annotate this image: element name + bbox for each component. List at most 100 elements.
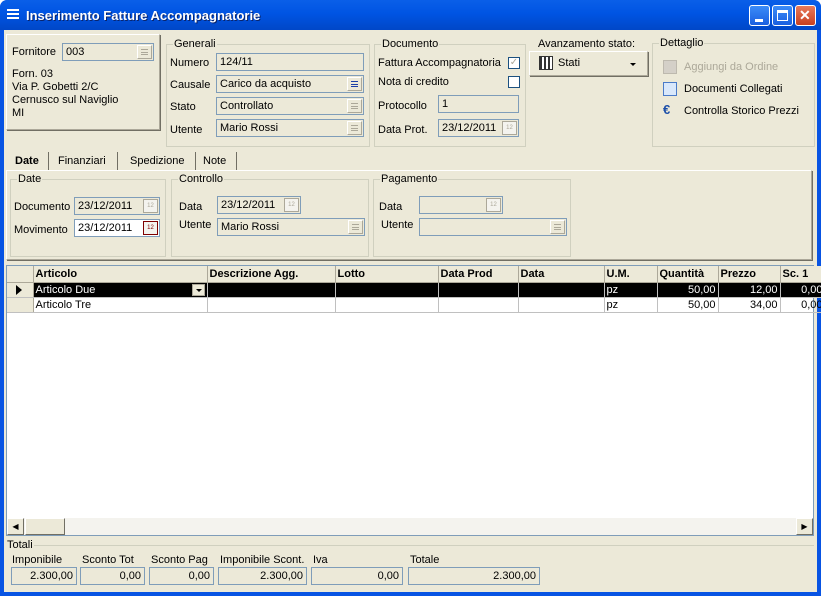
address-line: Forn. 03 (12, 68, 53, 80)
fornitore-field[interactable]: 003 (62, 43, 154, 61)
table-row[interactable]: Articolo Due pz 50,00 12,00 0,00 (7, 282, 821, 298)
avanzamento-label: Avanzamento stato: (538, 38, 636, 50)
lookup-icon[interactable] (137, 45, 152, 59)
dataprot-field[interactable]: 23/12/2011 12 (438, 119, 519, 137)
cell[interactable]: 0,00 (780, 282, 821, 298)
calendar-icon[interactable]: 12 (502, 121, 517, 135)
cell[interactable] (438, 282, 519, 298)
cell[interactable] (438, 297, 519, 313)
column-header[interactable]: U.M. (604, 266, 658, 283)
scontotot-label: Sconto Tot (82, 554, 134, 566)
pagamento-utente-label: Utente (381, 219, 414, 231)
cell[interactable] (335, 282, 439, 298)
column-header[interactable]: Sc. 1 (780, 266, 821, 283)
grid-header: Articolo Descrizione Agg. Lotto Data Pro… (7, 266, 821, 283)
nota-checkbox[interactable] (508, 76, 520, 88)
tab-separator (236, 152, 237, 170)
cell[interactable] (207, 297, 336, 313)
cell[interactable]: 12,00 (718, 282, 781, 298)
fattura-checkbox[interactable]: ✓ (508, 57, 520, 69)
controllo-data-field[interactable]: 23/12/2011 12 (217, 196, 301, 214)
maximize-button[interactable] (772, 5, 793, 26)
column-header[interactable]: Lotto (335, 266, 439, 283)
lookup-icon[interactable] (347, 77, 362, 91)
articoli-grid[interactable]: Articolo Descrizione Agg. Lotto Data Pro… (6, 265, 821, 536)
horizontal-scrollbar[interactable]: ◀ ▶ (7, 518, 813, 535)
cell[interactable] (335, 297, 439, 313)
controllo-data-value: 23/12/2011 (221, 199, 276, 211)
pagamento-utente-field[interactable] (419, 218, 567, 236)
cell[interactable]: 50,00 (657, 282, 719, 298)
scroll-right-icon[interactable]: ▶ (796, 518, 813, 535)
documento-date-label: Documento (14, 201, 71, 213)
documenti-collegati-item[interactable]: Documenti Collegati (684, 83, 782, 95)
documento-date-field[interactable]: 23/12/2011 12 (74, 197, 160, 215)
cell[interactable] (518, 282, 605, 298)
lookup-icon[interactable] (348, 220, 363, 234)
numero-field[interactable]: 124/11 (216, 53, 364, 71)
cell[interactable]: 34,00 (718, 297, 781, 313)
controllo-utente-field[interactable]: Mario Rossi (217, 218, 365, 236)
controllo-utente-value: Mario Rossi (221, 221, 280, 233)
table-row[interactable]: Articolo Tre pz 50,00 34,00 0,00 (7, 297, 821, 313)
causale-field[interactable]: Carico da acquisto (216, 75, 364, 93)
pagamento-data-field[interactable]: 12 (419, 196, 503, 214)
address-line: Via P. Gobetti 2/C (12, 81, 99, 93)
impscont-label: Imponibile Scont. (220, 554, 305, 566)
column-header[interactable]: Data Prod (438, 266, 519, 283)
tab-note[interactable]: Note (196, 152, 233, 171)
lookup-icon[interactable] (347, 121, 362, 135)
tab-spedizione[interactable]: Spedizione (123, 152, 191, 171)
chevron-down-icon[interactable] (191, 283, 205, 296)
protocollo-field[interactable]: 1 (438, 95, 519, 113)
movimento-label: Movimento (14, 224, 68, 236)
address-line: Cernusco sul Naviglio (12, 94, 119, 106)
tab-page-date: Date Documento 23/12/2011 12 Movimento 23… (6, 170, 812, 260)
column-header[interactable]: Descrizione Agg. (207, 266, 336, 283)
aggiungi-ordine-item[interactable]: Aggiungi da Ordine (684, 61, 778, 73)
controllo-group: Controllo Data 23/12/2011 12 Utente Mario… (171, 173, 369, 257)
menu-icon[interactable] (6, 7, 20, 21)
tab-finanziari[interactable]: Finanziari (51, 152, 113, 171)
controllo-title: Controllo (178, 173, 225, 185)
calendar-icon[interactable]: 12 (486, 198, 501, 212)
scroll-left-icon[interactable]: ◀ (7, 518, 24, 535)
stato-field[interactable]: Controllato (216, 97, 364, 115)
cell[interactable] (518, 297, 605, 313)
calendar-icon[interactable]: 12 (143, 221, 158, 235)
dettaglio-title: Dettaglio (659, 37, 705, 49)
iva-field: 0,00 (311, 567, 403, 585)
column-header[interactable]: Articolo (33, 266, 208, 283)
tab-date[interactable]: Date (8, 152, 46, 171)
movimento-field[interactable]: 23/12/2011 12 (74, 219, 160, 237)
articolo-cell[interactable]: Articolo Due (33, 282, 208, 298)
imponibile-label: Imponibile (12, 554, 63, 566)
iva-label: Iva (313, 554, 328, 566)
storico-prezzi-item[interactable]: Controlla Storico Prezzi (684, 105, 799, 117)
scontotot-field: 0,00 (80, 567, 145, 585)
totale-label: Totale (410, 554, 440, 566)
utente-field[interactable]: Mario Rossi (216, 119, 364, 137)
cell[interactable]: pz (604, 297, 658, 313)
stati-button[interactable]: Stati (529, 51, 648, 76)
cell[interactable]: Articolo Tre (33, 297, 208, 313)
causale-value: Carico da acquisto (220, 78, 312, 90)
scroll-thumb[interactable] (25, 518, 65, 535)
column-header[interactable]: Prezzo (718, 266, 781, 283)
cell[interactable] (207, 282, 336, 298)
movimento-value: 23/12/2011 (78, 222, 133, 234)
cell[interactable]: 0,00 (780, 297, 821, 313)
scontopag-label: Sconto Pag (151, 554, 208, 566)
calendar-icon[interactable]: 12 (284, 198, 299, 212)
title-bar[interactable]: Inserimento Fatture Accompagnatorie ✕ (0, 0, 821, 30)
lookup-icon[interactable] (347, 99, 362, 113)
minimize-button[interactable] (749, 5, 770, 26)
lookup-icon[interactable] (550, 220, 565, 234)
causale-label: Causale (170, 79, 211, 91)
calendar-icon[interactable]: 12 (143, 199, 158, 213)
column-header[interactable]: Data (518, 266, 605, 283)
close-button[interactable]: ✕ (795, 5, 816, 26)
cell[interactable]: 50,00 (657, 297, 719, 313)
column-header[interactable]: Quantità (657, 266, 719, 283)
cell[interactable]: pz (604, 282, 658, 298)
